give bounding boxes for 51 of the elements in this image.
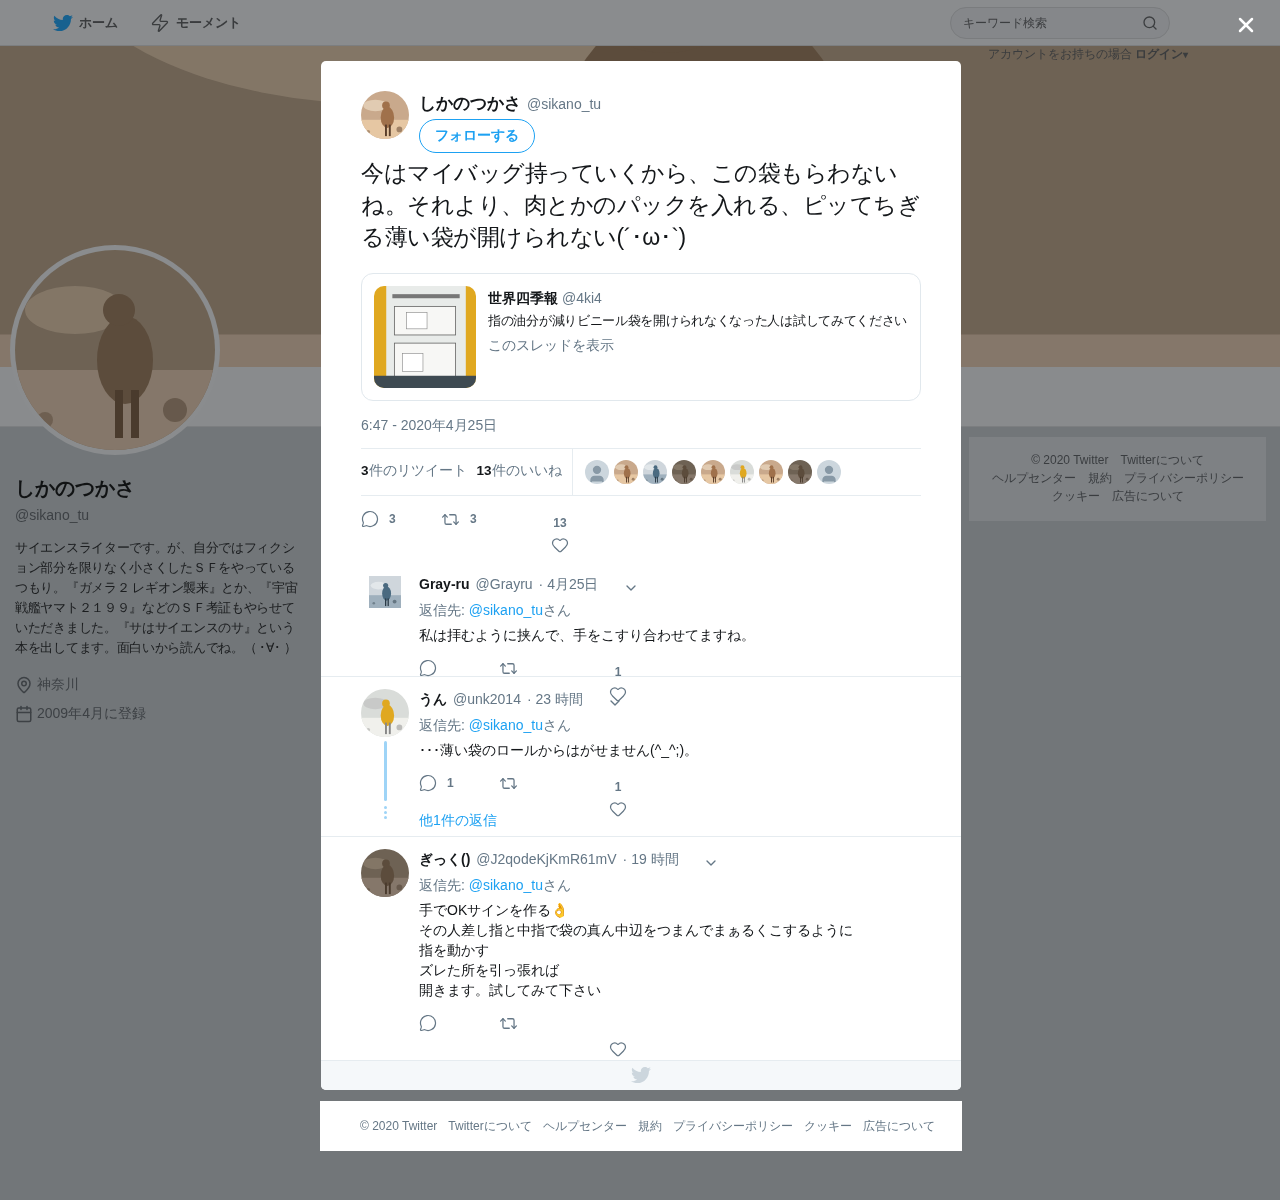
- footer-link[interactable]: © 2020 Twitter: [360, 1117, 438, 1135]
- reply-count: 1: [447, 774, 454, 792]
- reply-author-handle[interactable]: @Grayru: [475, 574, 533, 595]
- reply-time[interactable]: · 23 時間: [526, 689, 583, 710]
- tweet-timestamp: 6:47 - 2020年4月25日: [361, 415, 499, 435]
- footer-link[interactable]: Twitterについて: [448, 1117, 532, 1135]
- reply-text: その人差し指と中指で袋の真ん中辺をつまんでまぁるくこするように: [419, 920, 854, 940]
- profile-name: しかのつかさ: [15, 476, 136, 501]
- footer-link[interactable]: 広告について: [1111, 487, 1184, 505]
- footer-link[interactable]: 規約: [637, 1117, 662, 1135]
- search-field[interactable]: キーワード検索: [950, 6, 1170, 39]
- reply-author-name[interactable]: うん: [419, 689, 447, 710]
- reply-author-name[interactable]: ぎっく(): [419, 849, 471, 870]
- mention-link[interactable]: @sikano_tu: [468, 716, 543, 733]
- retweet-count: 3: [470, 511, 477, 528]
- reply-to-line: 返信先: @sikano_tu さん: [419, 600, 572, 620]
- reply-text: ズレた所を引っ張れば: [419, 960, 560, 980]
- reply-author-name[interactable]: Gray-ru: [419, 574, 470, 595]
- nav-link[interactable]: モーメント: [150, 12, 241, 33]
- footer-link[interactable]: クッキー: [803, 1117, 852, 1135]
- footer-link[interactable]: プライバシーポリシー: [672, 1117, 793, 1135]
- more-replies-link[interactable]: 他1件の返信: [419, 809, 921, 831]
- footer-link[interactable]: クッキー: [1051, 487, 1100, 505]
- reply-author-handle[interactable]: @J2qodeKjKmR61mV: [476, 849, 617, 870]
- footer-link[interactable]: © 2020 Twitter: [1031, 451, 1109, 469]
- footer-link[interactable]: Twitterについて: [1120, 451, 1204, 469]
- like-count: 13: [553, 515, 567, 530]
- reply-count: 3: [389, 510, 396, 528]
- mention-link[interactable]: @sikano_tu: [468, 876, 543, 893]
- nav-link[interactable]: ホーム: [53, 12, 118, 33]
- reply-time[interactable]: · 19 時間: [622, 849, 679, 870]
- reply-author-handle[interactable]: @unk2014: [453, 689, 521, 710]
- footer-link[interactable]: ヘルプセンター: [542, 1117, 627, 1135]
- stat-link[interactable]: 3件のリツイート: [361, 461, 467, 482]
- reply-text: 私は拝むように挟んで、手をこすり合わせてますね。: [419, 625, 756, 645]
- footer-link[interactable]: 規約: [1087, 469, 1112, 487]
- reply-text: ･･･薄い袋のロールからはがせません(^_^;)。: [419, 740, 700, 760]
- reply-text: 手でOKサインを作る👌: [419, 900, 570, 920]
- footer-link[interactable]: 広告について: [862, 1117, 935, 1135]
- profile-bio: サイエンスライターです。が、自分ではフィクション部分を限りなく小さくしたＳＦをやっているつもり。『ガメラ２ レギオン襲来』とか、『宇宙戦艦ヤマト２１９９』などのＳＦ考証もやらせていただきました。『サはサイエンスのサ』という本を出してます。面白いから読んでね。（ ･∀･ ）: [15, 540, 299, 657]
- reply-text: 開きます。試してみて下さい: [419, 980, 602, 1000]
- stat-link[interactable]: 13件のいいね: [476, 461, 562, 482]
- reply-time[interactable]: · 4月25日: [538, 574, 599, 595]
- footer-link[interactable]: プライバシーポリシー: [1123, 469, 1244, 487]
- footer-link[interactable]: ヘルプセンター: [991, 469, 1076, 487]
- like-count: 1: [614, 779, 622, 794]
- reply-to-line: 返信先: @sikano_tu さん: [419, 715, 572, 735]
- mention-link[interactable]: @sikano_tu: [468, 601, 543, 618]
- reply-text: 指を動かす: [419, 940, 490, 960]
- like-count: 1: [614, 664, 622, 679]
- reply-to-line: 返信先: @sikano_tu さん: [419, 875, 572, 895]
